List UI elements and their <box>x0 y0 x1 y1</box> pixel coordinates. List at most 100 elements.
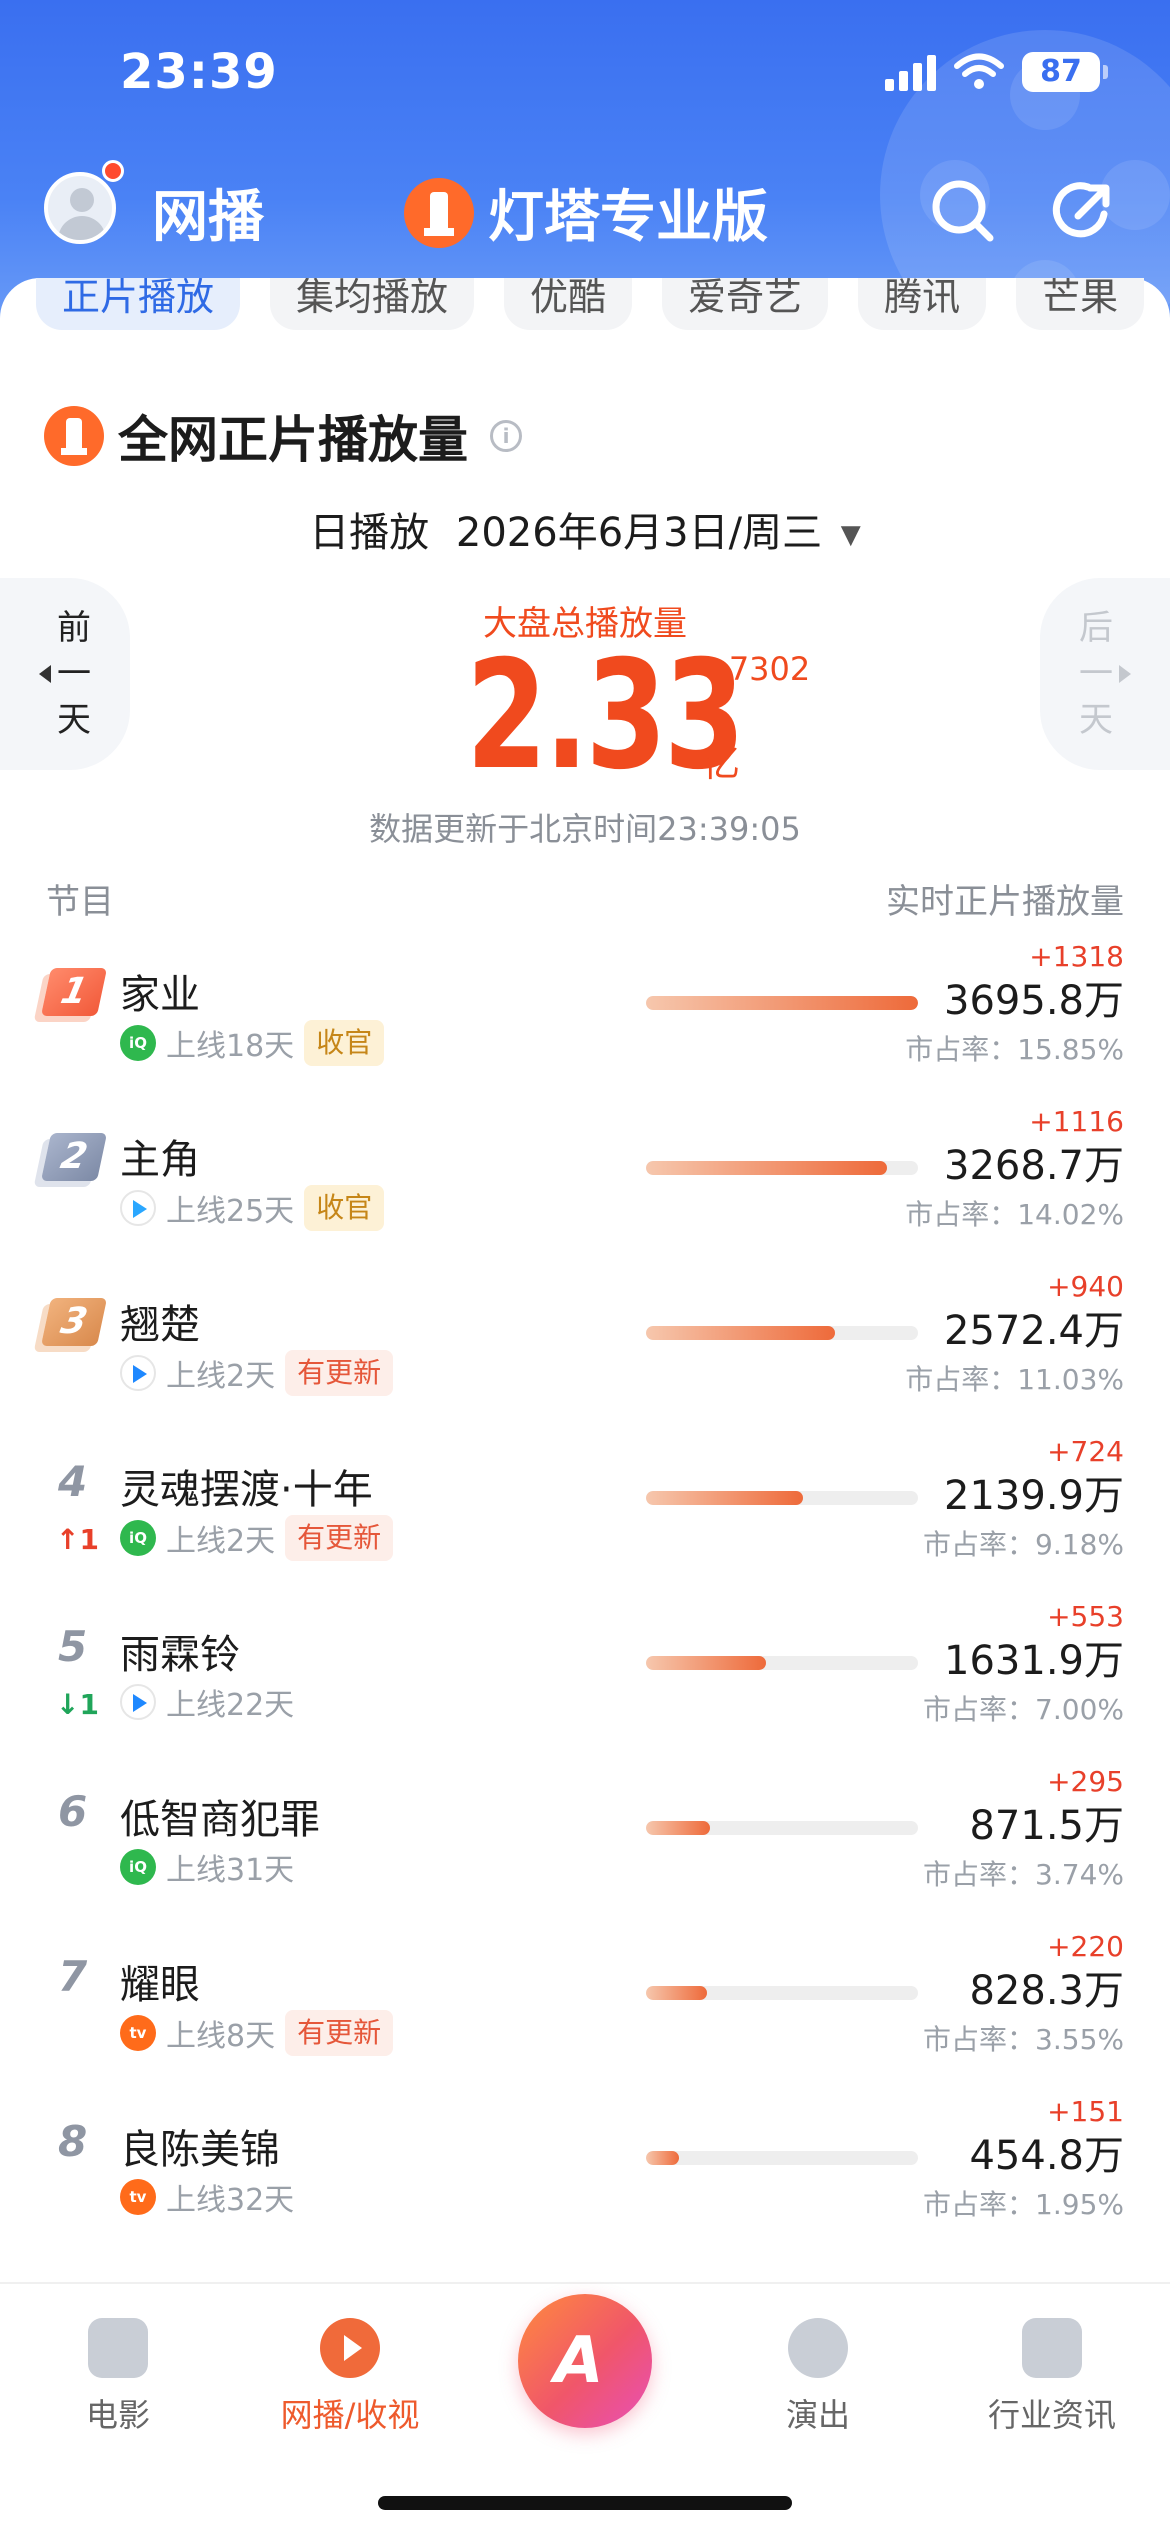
table-row[interactable]: 5 ↓1 雨霖铃 上线22天 +553 1631.9万 市占率：7.00% <box>0 1600 1170 1765</box>
app-title[interactable]: 网播 <box>152 172 264 253</box>
status-badge: 有更新 <box>285 1350 394 1396</box>
avatar[interactable] <box>44 172 116 244</box>
rank-number: 7 <box>58 1952 88 2001</box>
play-bar-fill <box>646 2151 680 2165</box>
play-bar-fill <box>646 1326 836 1340</box>
play-value: 2572.4万 <box>944 1308 1124 1354</box>
tab-jijun[interactable]: 集均播放 <box>270 278 475 330</box>
status-badge: 收官 <box>304 1185 385 1231</box>
column-header-program: 节目 <box>46 882 114 922</box>
table-row[interactable]: 3 翘楚 上线2天 有更新 +940 2572.4万 市占率：11.03% <box>0 1270 1170 1435</box>
bottom-tab-movie[interactable]: 电影 <box>8 2318 228 2436</box>
bottom-tab-label: 行业资讯 <box>987 2396 1116 2434</box>
iqiyi-platform-icon <box>120 1025 156 1061</box>
play-bar-fill <box>646 1161 887 1175</box>
share-value: 3.55% <box>1035 2023 1124 2056</box>
share-label: 市占率： <box>923 1858 1036 1891</box>
market-share: 市占率：1.95% <box>923 2183 1124 2223</box>
total-value: 2.33 <box>466 629 745 803</box>
tab-tencent[interactable]: 腾讯 <box>858 278 987 330</box>
prev-day-char: 一 <box>57 654 91 694</box>
play-icon <box>320 2318 380 2378</box>
play-bar-track <box>646 996 918 1010</box>
program-meta: 上线8天 有更新 <box>120 2010 394 2056</box>
tab-mango[interactable]: 芒果 <box>1016 278 1145 330</box>
app-center-button[interactable]: A <box>518 2294 652 2428</box>
chevron-left-icon <box>39 665 51 683</box>
total-increment: +7302 <box>702 650 811 688</box>
play-value: 3268.7万 <box>944 1143 1124 1189</box>
share-value: 11.03% <box>1017 1363 1124 1396</box>
play-bar-fill <box>646 996 918 1010</box>
tab-zhengpian[interactable]: 正片播放 <box>36 278 241 330</box>
share-label: 市占率： <box>905 1198 1018 1231</box>
bottom-tab-webcast[interactable]: 网播/收视 <box>240 2318 460 2436</box>
program-meta: 上线31天 <box>120 1845 294 1889</box>
tab-iqiyi[interactable]: 爱奇艺 <box>662 278 829 330</box>
table-row[interactable]: 6 低智商犯罪 上线31天 +295 871.5万 市占率：3.74% <box>0 1765 1170 1930</box>
next-day-char: 一 <box>1079 654 1113 694</box>
rank-badge: 1 <box>40 968 108 1016</box>
play-value: 871.5万 <box>969 1803 1124 1849</box>
days-online: 上线2天 <box>166 1524 276 1559</box>
ranking-list: 1 家业 上线18天 收官 +1318 3695.8万 市占率：15.85% 2… <box>0 940 1170 2260</box>
bottom-tab-label: 网播/收视 <box>280 2396 420 2434</box>
tencent-platform-icon <box>120 1190 156 1226</box>
play-bar-fill <box>646 1491 804 1505</box>
program-title[interactable]: 翘楚 <box>120 1292 200 1350</box>
program-title[interactable]: 家业 <box>120 962 200 1020</box>
brand-name: 灯塔专业版 <box>488 185 768 250</box>
rank-change: ↑1 <box>56 1523 99 1556</box>
market-share: 市占率：9.18% <box>923 1523 1124 1563</box>
date-mode: 日播放 <box>309 510 430 556</box>
bottom-tab-show[interactable]: 演出 <box>708 2318 928 2436</box>
table-row[interactable]: 2 主角 上线25天 收官 +1116 3268.7万 市占率：14.02% <box>0 1105 1170 1270</box>
table-row[interactable]: 7 耀眼 上线8天 有更新 +220 828.3万 市占率：3.55% <box>0 1930 1170 2095</box>
prev-day-char: 天 <box>57 700 91 740</box>
share-icon[interactable] <box>1048 174 1120 246</box>
rank-number: 6 <box>58 1787 88 1836</box>
mango-platform-icon <box>120 2015 156 2051</box>
play-bar-track <box>646 1821 918 1835</box>
status-badge: 收官 <box>304 1020 385 1066</box>
bottom-tab-label: 演出 <box>785 2396 850 2434</box>
bottom-tab-label: 电影 <box>85 2396 150 2434</box>
program-meta: 上线18天 收官 <box>120 1020 385 1066</box>
notification-dot <box>102 160 124 182</box>
mango-platform-icon <box>120 2179 156 2215</box>
next-day-char: 天 <box>1079 700 1113 740</box>
program-meta: 上线22天 <box>120 1680 294 1724</box>
tab-youku[interactable]: 优酷 <box>504 278 633 330</box>
caret-down-icon: ▼ <box>840 520 861 550</box>
youku-platform-icon <box>120 1684 156 1720</box>
play-bar-track <box>646 1161 918 1175</box>
program-title[interactable]: 灵魂摆渡·十年 <box>120 1457 373 1515</box>
share-label: 市占率： <box>923 1693 1036 1726</box>
play-bar-track <box>646 1491 918 1505</box>
program-meta: 上线32天 <box>120 2175 294 2219</box>
play-value: 454.8万 <box>969 2133 1124 2179</box>
market-share: 市占率：15.85% <box>905 1028 1124 1068</box>
program-title[interactable]: 雨霖铃 <box>120 1622 240 1680</box>
play-value: 1631.9万 <box>944 1638 1124 1684</box>
home-indicator <box>378 2496 792 2510</box>
search-icon[interactable] <box>926 174 998 246</box>
status-badge: 有更新 <box>285 2010 394 2056</box>
table-row[interactable]: 1 家业 上线18天 收官 +1318 3695.8万 市占率：15.85% <box>0 940 1170 1105</box>
program-meta: 上线25天 收官 <box>120 1185 385 1231</box>
share-value: 1.95% <box>1035 2188 1124 2221</box>
share-label: 市占率： <box>923 2023 1036 2056</box>
rank-badge: 2 <box>40 1133 108 1181</box>
program-title[interactable]: 主角 <box>120 1127 200 1185</box>
table-row[interactable]: 4↑1 灵魂摆渡·十年 上线2天 有更新 +724 2139.9万 市占率：9.… <box>0 1435 1170 1600</box>
program-title[interactable]: 低智商犯罪 <box>120 1787 320 1845</box>
program-title[interactable]: 耀眼 <box>120 1952 200 2010</box>
info-icon[interactable]: i <box>490 420 522 452</box>
update-time: 数据更新于北京时间23:39:05 <box>369 810 801 848</box>
table-row[interactable]: 8 良陈美锦 上线32天 +151 454.8万 市占率：1.95% <box>0 2095 1170 2260</box>
bottom-tab-news[interactable]: 行业资讯 <box>942 2318 1162 2436</box>
play-bar-track <box>646 1986 918 2000</box>
date-selector[interactable]: 日播放 2026年6月3日/周三 ▼ <box>0 500 1170 558</box>
play-bar-track <box>646 1656 918 1670</box>
program-title[interactable]: 良陈美锦 <box>120 2117 280 2175</box>
